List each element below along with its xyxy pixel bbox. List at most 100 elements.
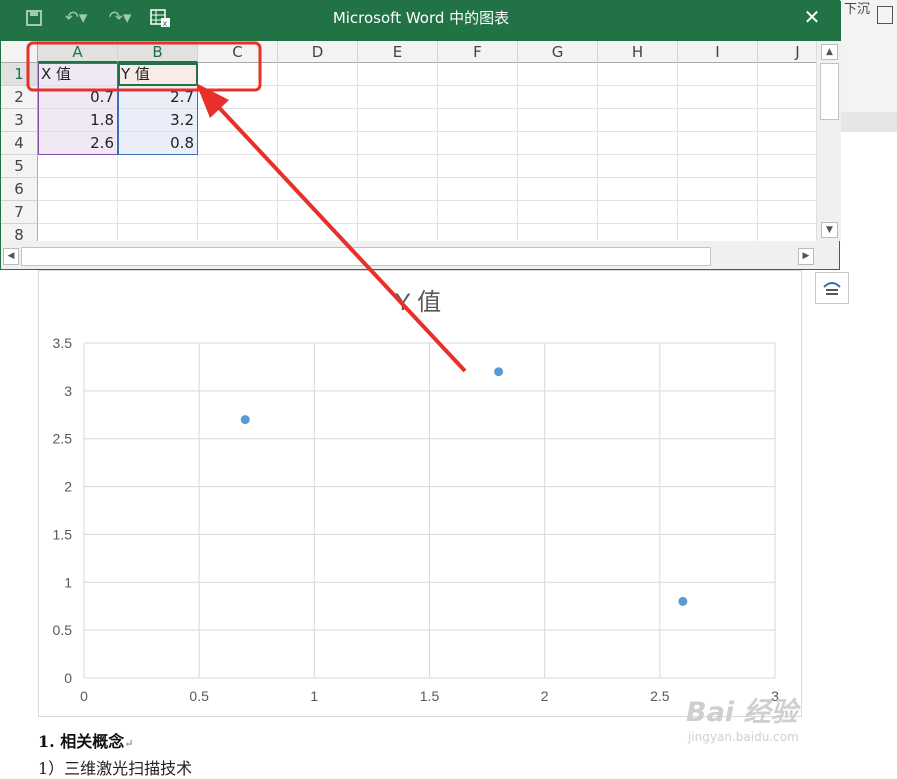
cell-i3[interactable] — [678, 109, 758, 132]
cell-f3[interactable] — [438, 109, 518, 132]
cell-h7[interactable] — [598, 201, 678, 224]
row-header-5[interactable]: 5 — [1, 155, 38, 178]
cell-i6[interactable] — [678, 178, 758, 201]
undo-icon[interactable]: ↶▾ — [59, 7, 93, 29]
row-header-8[interactable]: 8 — [1, 224, 38, 241]
column-header-j[interactable]: J — [758, 41, 816, 63]
cell-g1[interactable] — [518, 63, 598, 86]
cell-a8[interactable] — [38, 224, 118, 241]
cell-f7[interactable] — [438, 201, 518, 224]
cell-h1[interactable] — [598, 63, 678, 86]
cell-c5[interactable] — [198, 155, 278, 178]
cell-b8[interactable] — [118, 224, 198, 241]
row-header-3[interactable]: 3 — [1, 109, 38, 132]
cell-e4[interactable] — [358, 132, 438, 155]
data-point[interactable] — [240, 415, 250, 425]
cell-j4[interactable] — [758, 132, 816, 155]
cell-c2[interactable] — [198, 86, 278, 109]
cell-f8[interactable] — [438, 224, 518, 241]
scatter-chart[interactable]: Y 值 0 0.5 1 1.5 2 2.5 3 3.5 0 0.5 1 1.5 2 2.5 3 — [38, 270, 800, 715]
cell-j8[interactable] — [758, 224, 816, 241]
cell-c7[interactable] — [198, 201, 278, 224]
horizontal-scroll-thumb[interactable] — [21, 247, 711, 266]
window-icon[interactable] — [877, 6, 893, 24]
cell-f4[interactable] — [438, 132, 518, 155]
cell-d2[interactable] — [278, 86, 358, 109]
scroll-down-icon[interactable]: ▼ — [821, 222, 838, 238]
column-header-b[interactable]: B — [118, 41, 198, 63]
cell-j5[interactable] — [758, 155, 816, 178]
cell-f6[interactable] — [438, 178, 518, 201]
row-header-6[interactable]: 6 — [1, 178, 38, 201]
row-header-1[interactable]: 1 — [1, 63, 38, 86]
cell-g5[interactable] — [518, 155, 598, 178]
cell-e3[interactable] — [358, 109, 438, 132]
vertical-scrollbar[interactable]: ▲ ▼ — [816, 41, 841, 241]
cell-a5[interactable] — [38, 155, 118, 178]
cell-d7[interactable] — [278, 201, 358, 224]
cell-j6[interactable] — [758, 178, 816, 201]
column-header-g[interactable]: G — [518, 41, 598, 63]
horizontal-scrollbar[interactable]: ◀ ▶ — [1, 244, 816, 269]
cell-f2[interactable] — [438, 86, 518, 109]
column-header-h[interactable]: H — [598, 41, 678, 63]
cell-d3[interactable] — [278, 109, 358, 132]
column-header-d[interactable]: D — [278, 41, 358, 63]
cell-i7[interactable] — [678, 201, 758, 224]
cell-f1[interactable] — [438, 63, 518, 86]
cell-i8[interactable] — [678, 224, 758, 241]
spreadsheet-grid[interactable]: ABCDEFGHIJ1X 值Y 值 2 0.7 2.7 3 1.8 3.2 4 2.6 0.8 5 6… — [1, 41, 816, 241]
cell-g4[interactable] — [518, 132, 598, 155]
cell-h4[interactable] — [598, 132, 678, 155]
cell-d6[interactable] — [278, 178, 358, 201]
cell-h8[interactable] — [598, 224, 678, 241]
cell-d1[interactable] — [278, 63, 358, 86]
ribbon-dropcap-label[interactable]: 下沉 — [844, 0, 870, 17]
scroll-left-icon[interactable]: ◀ — [3, 248, 19, 265]
column-header-c[interactable]: C — [198, 41, 278, 63]
column-header-a[interactable]: A — [38, 41, 118, 63]
cell-a6[interactable] — [38, 178, 118, 201]
cell-d8[interactable] — [278, 224, 358, 241]
cell-c8[interactable] — [198, 224, 278, 241]
cell-i5[interactable] — [678, 155, 758, 178]
cell-c3[interactable] — [198, 109, 278, 132]
cell-c1[interactable] — [198, 63, 278, 86]
cell-h2[interactable] — [598, 86, 678, 109]
column-header-f[interactable]: F — [438, 41, 518, 63]
row-header-4[interactable]: 4 — [1, 132, 38, 155]
row-header-2[interactable]: 2 — [1, 86, 38, 109]
cell-h6[interactable] — [598, 178, 678, 201]
cell-e7[interactable] — [358, 201, 438, 224]
chart-title[interactable]: Y 值 — [395, 289, 441, 316]
column-header-e[interactable]: E — [358, 41, 438, 63]
close-button[interactable]: ✕ — [797, 1, 827, 35]
column-header-i[interactable]: I — [678, 41, 758, 63]
excel-window[interactable]: Microsoft Word 中的图表 ↶▾ ↷▾ x ✕ ABCDEFGHIJ… — [0, 0, 841, 270]
scroll-right-icon[interactable]: ▶ — [798, 248, 814, 265]
cell-g7[interactable] — [518, 201, 598, 224]
cell-e5[interactable] — [358, 155, 438, 178]
cell-j1[interactable] — [758, 63, 816, 86]
redo-icon[interactable]: ↷▾ — [103, 7, 137, 29]
scroll-up-icon[interactable]: ▲ — [821, 44, 838, 60]
cell-i2[interactable] — [678, 86, 758, 109]
cell-g8[interactable] — [518, 224, 598, 241]
layout-options-button[interactable] — [815, 272, 849, 304]
cell-i1[interactable] — [678, 63, 758, 86]
cell-j7[interactable] — [758, 201, 816, 224]
excel-titlebar[interactable]: Microsoft Word 中的图表 ↶▾ ↷▾ x ✕ — [1, 1, 841, 41]
cell-b5[interactable] — [118, 155, 198, 178]
cell-e2[interactable] — [358, 86, 438, 109]
cell-e1[interactable] — [358, 63, 438, 86]
cell-a7[interactable] — [38, 201, 118, 224]
cell-c6[interactable] — [198, 178, 278, 201]
data-point[interactable] — [494, 367, 504, 377]
cell-j3[interactable] — [758, 109, 816, 132]
cell-e8[interactable] — [358, 224, 438, 241]
cell-h3[interactable] — [598, 109, 678, 132]
cell-g6[interactable] — [518, 178, 598, 201]
cell-i4[interactable] — [678, 132, 758, 155]
cell-e6[interactable] — [358, 178, 438, 201]
cell-d4[interactable] — [278, 132, 358, 155]
